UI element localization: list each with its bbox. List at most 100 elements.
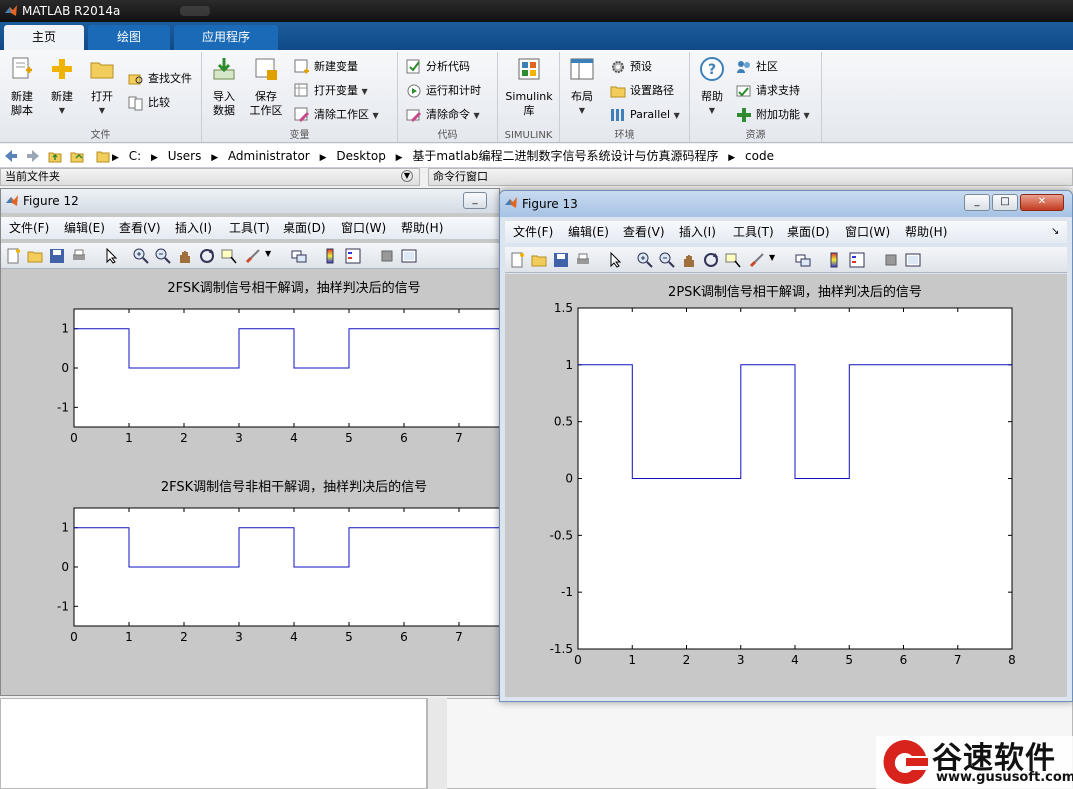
- tab-plots[interactable]: 绘图: [88, 25, 170, 50]
- open-file-icon[interactable]: [27, 248, 43, 264]
- breadcrumb-item[interactable]: Users: [168, 144, 202, 168]
- preferences-button[interactable]: 预设: [610, 58, 652, 76]
- open-file-icon[interactable]: [531, 252, 547, 268]
- parallel-button[interactable]: Parallel ▼: [610, 106, 680, 124]
- browse-folder-icon[interactable]: [70, 149, 84, 163]
- brush-icon[interactable]: [245, 248, 261, 264]
- import-data-button[interactable]: 导入 数据: [208, 56, 240, 118]
- open-button[interactable]: 打开 ▼: [86, 56, 118, 118]
- menu-view[interactable]: 查看(V): [623, 221, 665, 243]
- breadcrumb-item[interactable]: Administrator: [228, 144, 310, 168]
- data-cursor-icon[interactable]: [221, 248, 237, 264]
- brush-dropdown-icon[interactable]: ▼: [769, 253, 775, 262]
- forward-arrow-icon[interactable]: [26, 149, 40, 163]
- menu-dock-arrow-icon[interactable]: ↘: [1051, 221, 1059, 243]
- menu-help[interactable]: 帮助(H): [905, 221, 947, 243]
- pan-hand-icon[interactable]: [681, 252, 697, 268]
- set-path-button[interactable]: 设置路径: [610, 82, 674, 100]
- breadcrumb-item[interactable]: code: [745, 144, 774, 168]
- zoom-in-icon[interactable]: [133, 248, 149, 264]
- simulink-library-button[interactable]: Simulink 库: [504, 56, 554, 118]
- save-workspace-button[interactable]: 保存 工作区: [248, 56, 284, 118]
- rotate-3d-icon[interactable]: [199, 248, 215, 264]
- figure-12-canvas[interactable]: 2FSK调制信号相干解调，抽样判决后的信号012345678-101 2FSK调…: [1, 270, 499, 695]
- new-figure-icon[interactable]: [509, 252, 525, 268]
- menu-tools[interactable]: 工具(T): [229, 217, 270, 239]
- add-ons-button[interactable]: 附加功能 ▼: [736, 106, 810, 124]
- open-variable-button[interactable]: 打开变量 ▼: [294, 82, 368, 100]
- show-plot-tools-icon[interactable]: [401, 248, 417, 264]
- pan-hand-icon[interactable]: [177, 248, 193, 264]
- find-files-button[interactable]: 查找文件: [128, 70, 192, 88]
- menu-desktop[interactable]: 桌面(D): [283, 217, 326, 239]
- menu-help[interactable]: 帮助(H): [401, 217, 443, 239]
- minimize-button[interactable]: _: [463, 192, 487, 209]
- help-button[interactable]: ? 帮助 ▼: [696, 56, 728, 118]
- up-folder-icon[interactable]: [48, 149, 62, 163]
- tab-home[interactable]: 主页: [4, 25, 84, 50]
- link-plot-icon[interactable]: [291, 248, 307, 264]
- figure-13-canvas[interactable]: 2PSK调制信号相干解调，抽样判决后的信号 0 1 2 3 4 5 6 7 8 -1.5 -1 -0.5…: [505, 274, 1067, 697]
- run-and-time-button[interactable]: 运行和计时: [406, 82, 481, 100]
- plot-2psk-coherent[interactable]: 2PSK调制信号相干解调，抽样判决后的信号 0 1 2 3 4 5 6 7 8 -1.5 -1 -0.5…: [505, 274, 1067, 697]
- legend-icon[interactable]: [849, 252, 865, 268]
- rotate-3d-icon[interactable]: [703, 252, 719, 268]
- menu-window[interactable]: 窗口(W): [341, 217, 386, 239]
- tab-apps[interactable]: 应用程序: [174, 25, 278, 50]
- menu-insert[interactable]: 插入(I): [679, 221, 716, 243]
- zoom-out-icon[interactable]: [659, 252, 675, 268]
- print-icon[interactable]: [71, 248, 87, 264]
- legend-icon[interactable]: [345, 248, 361, 264]
- colorbar-icon[interactable]: [323, 248, 339, 264]
- pointer-icon[interactable]: [103, 248, 119, 264]
- breadcrumb-item[interactable]: Desktop: [336, 144, 386, 168]
- community-button[interactable]: 社区: [736, 58, 778, 76]
- menu-view[interactable]: 查看(V): [119, 217, 161, 239]
- layout-button[interactable]: 布局 ▼: [566, 56, 598, 118]
- minimize-button[interactable]: _: [964, 194, 990, 211]
- hide-plot-tools-icon[interactable]: [379, 248, 395, 264]
- hide-plot-tools-icon[interactable]: [883, 252, 899, 268]
- menu-tools[interactable]: 工具(T): [733, 221, 774, 243]
- splitter[interactable]: [427, 698, 447, 789]
- clear-workspace-button[interactable]: 清除工作区 ▼: [294, 106, 379, 124]
- show-plot-tools-icon[interactable]: [905, 252, 921, 268]
- figure-12-titlebar[interactable]: Figure 12 _: [1, 189, 499, 213]
- menu-file[interactable]: 文件(F): [513, 221, 553, 243]
- plot-2fsk-noncoherent[interactable]: 2FSK调制信号非相干解调，抽样判决后的信号012345678-101: [1, 470, 499, 670]
- close-button[interactable]: ✕: [1020, 194, 1064, 211]
- figure-13-titlebar[interactable]: Figure 13 _ □ ✕: [500, 191, 1072, 217]
- zoom-out-icon[interactable]: [155, 248, 171, 264]
- new-figure-icon[interactable]: [5, 248, 21, 264]
- print-icon[interactable]: [575, 252, 591, 268]
- clear-commands-button[interactable]: 清除命令 ▼: [406, 106, 480, 124]
- back-arrow-icon[interactable]: [4, 149, 18, 163]
- data-cursor-icon[interactable]: [725, 252, 741, 268]
- link-plot-icon[interactable]: [795, 252, 811, 268]
- breadcrumb-item[interactable]: 基于matlab编程二进制数字信号系统设计与仿真源码程序: [412, 144, 718, 168]
- menu-file[interactable]: 文件(F): [9, 217, 49, 239]
- zoom-in-icon[interactable]: [637, 252, 653, 268]
- breadcrumb-item[interactable]: C:: [129, 144, 141, 168]
- menu-window[interactable]: 窗口(W): [845, 221, 890, 243]
- brush-dropdown-icon[interactable]: ▼: [265, 249, 271, 258]
- new-variable-button[interactable]: 新建变量: [294, 58, 358, 76]
- plot-2fsk-coherent[interactable]: 2FSK调制信号相干解调，抽样判决后的信号012345678-101: [1, 270, 499, 470]
- colorbar-icon[interactable]: [827, 252, 843, 268]
- menu-insert[interactable]: 插入(I): [175, 217, 212, 239]
- brush-icon[interactable]: [749, 252, 765, 268]
- new-script-button[interactable]: 新建 脚本: [6, 56, 38, 118]
- pointer-icon[interactable]: [607, 252, 623, 268]
- request-support-button[interactable]: 请求支持: [736, 82, 800, 100]
- analyze-code-button[interactable]: 分析代码: [406, 58, 470, 76]
- save-icon[interactable]: [553, 252, 569, 268]
- maximize-button[interactable]: □: [992, 194, 1018, 211]
- panel-menu-icon[interactable]: ▼: [401, 170, 413, 182]
- menu-edit[interactable]: 编辑(E): [64, 217, 105, 239]
- current-folder-panel[interactable]: [0, 698, 427, 789]
- menu-edit[interactable]: 编辑(E): [568, 221, 609, 243]
- compare-button[interactable]: 比较: [128, 94, 170, 112]
- new-button[interactable]: 新建 ▼: [46, 56, 78, 118]
- save-icon[interactable]: [49, 248, 65, 264]
- menu-desktop[interactable]: 桌面(D): [787, 221, 830, 243]
